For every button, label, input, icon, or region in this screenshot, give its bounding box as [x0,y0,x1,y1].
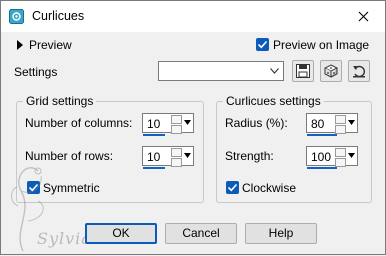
clockwise-label: Clockwise [242,181,297,195]
preview-on-image-label: Preview on Image [273,38,370,52]
chevron-down-icon[interactable] [184,153,191,158]
rows-slider-bar[interactable] [143,167,165,169]
columns-spin-arrows[interactable] [171,115,182,134]
app-icon [9,9,24,24]
randomize-icon [324,64,338,78]
chevron-down-icon[interactable] [348,153,355,158]
clockwise-checkbox[interactable] [226,181,239,194]
radius-slider-bar[interactable] [307,134,337,136]
spin-down-icon[interactable] [171,125,182,134]
reset-button[interactable] [348,60,370,82]
close-icon [358,11,368,22]
chevron-down-icon [270,68,279,74]
settings-label: Settings [14,65,58,79]
help-button[interactable]: Help [245,223,317,244]
save-preset-button[interactable] [292,60,314,82]
preview-on-image-checkbox[interactable] [256,38,269,51]
columns-slider-bar[interactable] [143,134,165,136]
spin-down-icon[interactable] [171,158,182,167]
strength-spin-arrows[interactable] [335,148,346,167]
preset-dropdown[interactable] [158,61,284,81]
curlicues-settings-title: Curlicues settings [223,94,324,108]
curlicues-dialog: Curlicues Preview Preview on Image Setti… [0,0,386,255]
spin-up-icon[interactable] [171,148,182,157]
spin-down-icon[interactable] [335,125,346,134]
reset-icon [353,65,365,78]
preview-label: Preview [29,38,72,52]
save-preset-icon [296,64,310,78]
strength-label: Strength: [225,149,274,163]
randomize-button[interactable] [320,60,342,82]
columns-spinner[interactable]: 10 [142,113,194,136]
grid-settings-title: Grid settings [23,94,97,108]
strength-value: 100 [311,150,332,164]
checkmark-icon [257,40,268,49]
radius-spin-arrows[interactable] [335,115,346,134]
chevron-down-icon[interactable] [184,120,191,125]
columns-value: 10 [147,117,161,131]
chevron-down-icon[interactable] [348,120,355,125]
cancel-button[interactable]: Cancel [165,223,237,244]
radius-label: Radius (%): [225,116,288,130]
strength-spinner[interactable]: 100 [306,146,358,169]
chevron-right-icon [17,40,23,50]
radius-spinner[interactable]: 80 [306,113,358,136]
spin-up-icon[interactable] [335,148,346,157]
spin-down-icon[interactable] [335,158,346,167]
ok-button[interactable]: OK [85,223,157,244]
spin-up-icon[interactable] [171,115,182,124]
rows-value: 10 [147,150,161,164]
radius-value: 80 [311,117,325,131]
columns-label: Number of columns: [25,116,133,130]
preview-toggle[interactable]: Preview [14,38,84,52]
title-bar[interactable]: Curlicues [1,1,385,32]
window-title: Curlicues [32,9,85,23]
rows-spin-arrows[interactable] [171,148,182,167]
rows-spinner[interactable]: 10 [142,146,194,169]
spin-up-icon[interactable] [335,115,346,124]
strength-slider-bar[interactable] [307,167,337,169]
close-button[interactable] [341,1,385,32]
checkmark-icon [227,183,238,192]
